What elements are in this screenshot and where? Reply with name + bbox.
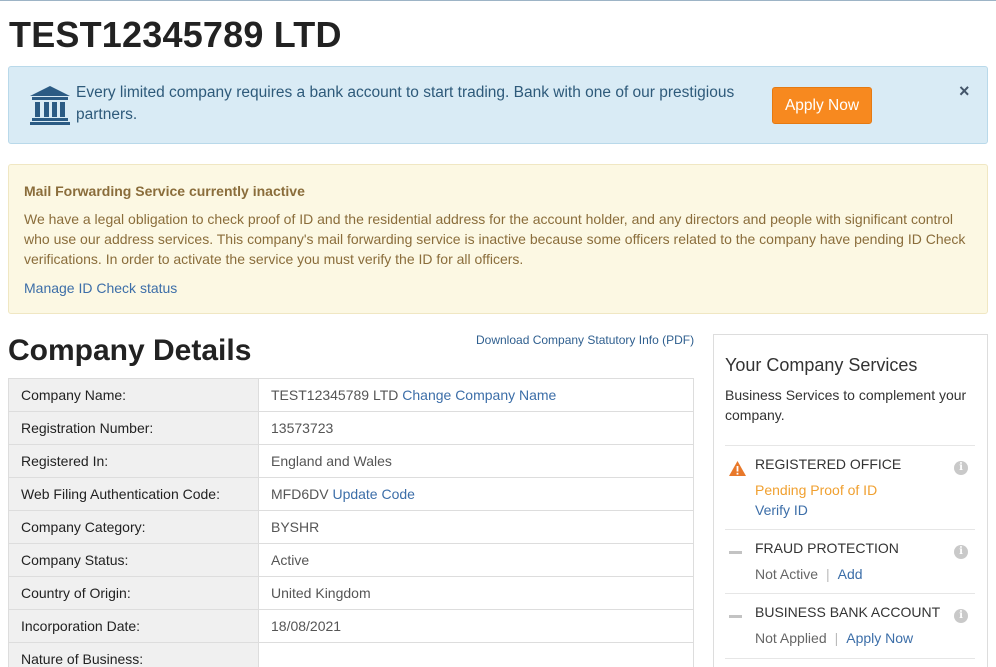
verify-id-link[interactable]: Verify ID: [755, 502, 808, 518]
company-name-value: TEST12345789 LTD: [271, 387, 399, 403]
service-status: Not Applied: [755, 630, 827, 646]
services-heading: Your Company Services: [725, 355, 918, 375]
table-row: Company Name: TEST12345789 LTD Change Co…: [8, 378, 694, 412]
mail-forwarding-alert: Mail Forwarding Service currently inacti…: [8, 164, 988, 314]
dash-icon: [729, 551, 742, 554]
service-status-pending: Pending Proof of ID: [755, 482, 878, 498]
auth-code-cell: MFD6DV Update Code: [258, 477, 694, 511]
bank-account-alert: Every limited company requires a bank ac…: [8, 66, 988, 144]
page-title: TEST12345789 LTD: [9, 14, 342, 55]
country-of-origin-label: Country of Origin:: [8, 576, 259, 610]
service-status-row: Not Active | Add: [755, 566, 863, 582]
table-row: Company Status: Active: [8, 543, 694, 577]
update-code-link[interactable]: Update Code: [332, 486, 415, 502]
table-row: Country of Origin: United Kingdom: [8, 576, 694, 610]
company-details-title: Company Details: [8, 334, 252, 367]
info-icon[interactable]: i: [954, 461, 968, 475]
service-business-bank-account: BUSINESS BANK ACCOUNT i Not Applied | Appl…: [725, 593, 975, 659]
nature-of-business-label: Nature of Business:: [8, 642, 259, 667]
company-status-value: Active: [258, 543, 694, 577]
mail-alert-body: We have a legal obligation to check proo…: [24, 211, 966, 267]
service-fraud-protection: FRAUD PROTECTION i Not Active | Add: [725, 529, 975, 593]
company-details-table: Company Name: TEST12345789 LTD Change Co…: [8, 378, 694, 667]
company-category-value: BYSHR: [258, 510, 694, 544]
incorporation-date-label: Incorporation Date:: [8, 609, 259, 643]
bank-icon: [30, 86, 70, 125]
mail-alert-title: Mail Forwarding Service currently inacti…: [24, 183, 305, 199]
registered-in-label: Registered In:: [8, 444, 259, 478]
service-status-row: Not Applied | Apply Now: [755, 630, 913, 646]
separator: |: [826, 566, 830, 582]
info-icon[interactable]: i: [954, 609, 968, 623]
service-registered-office: REGISTERED OFFICE i Pending Proof of ID …: [725, 445, 975, 529]
dash-icon: [729, 615, 742, 618]
download-statutory-info-link[interactable]: Download Company Statutory Info (PDF): [476, 333, 694, 347]
auth-code-label: Web Filing Authentication Code:: [8, 477, 259, 511]
table-row: Web Filing Authentication Code: MFD6DV U…: [8, 477, 694, 511]
table-row: Nature of Business:: [8, 642, 694, 667]
manage-id-check-link[interactable]: Manage ID Check status: [24, 280, 177, 296]
country-of-origin-value: United Kingdom: [258, 576, 694, 610]
company-category-label: Company Category:: [8, 510, 259, 544]
apply-now-button[interactable]: Apply Now: [772, 87, 872, 124]
services-intro: Business Services to complement your com…: [725, 387, 967, 423]
change-company-name-link[interactable]: Change Company Name: [402, 387, 556, 403]
table-row: Incorporation Date: 18/08/2021: [8, 609, 694, 643]
apply-bank-account-link[interactable]: Apply Now: [846, 630, 913, 646]
top-border: [0, 0, 996, 1]
add-fraud-protection-link[interactable]: Add: [838, 566, 863, 582]
service-name: BUSINESS BANK ACCOUNT: [755, 604, 941, 620]
auth-code-value: MFD6DV: [271, 486, 329, 502]
warning-icon: [729, 461, 746, 476]
close-icon[interactable]: ×: [959, 81, 970, 102]
service-name: REGISTERED OFFICE: [755, 456, 902, 472]
registered-in-value: England and Wales: [258, 444, 694, 478]
company-services-panel: Your Company Services Business Services …: [713, 334, 988, 667]
company-status-label: Company Status:: [8, 543, 259, 577]
bank-alert-text: Every limited company requires a bank ac…: [76, 84, 735, 123]
info-icon[interactable]: i: [954, 545, 968, 559]
company-name-cell: TEST12345789 LTD Change Company Name: [258, 378, 694, 412]
registration-number-label: Registration Number:: [8, 411, 259, 445]
table-row: Registration Number: 13573723: [8, 411, 694, 445]
table-row: Company Category: BYSHR: [8, 510, 694, 544]
separator: |: [834, 630, 839, 646]
registration-number-value: 13573723: [258, 411, 694, 445]
nature-of-business-value: [258, 642, 694, 667]
company-name-label: Company Name:: [8, 378, 259, 412]
service-name: FRAUD PROTECTION: [755, 540, 899, 556]
incorporation-date-value: 18/08/2021: [258, 609, 694, 643]
service-status: Not Active: [755, 566, 819, 582]
table-row: Registered In: England and Wales: [8, 444, 694, 478]
